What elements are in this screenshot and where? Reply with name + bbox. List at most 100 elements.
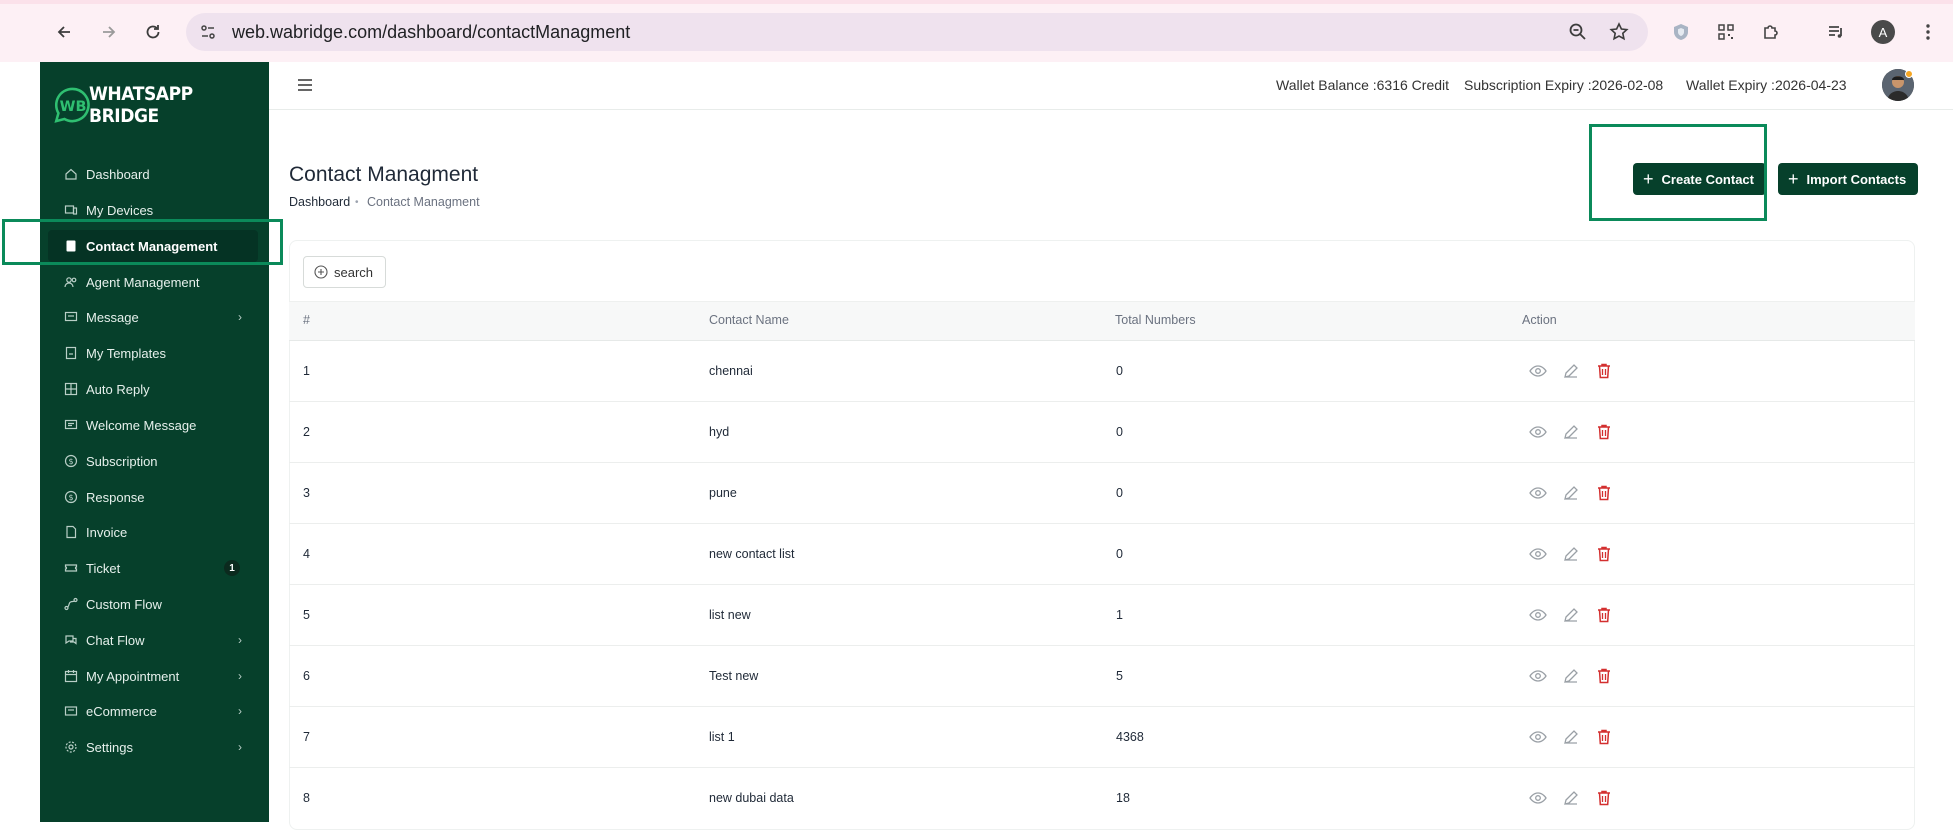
view-eye-icon[interactable] [1529,423,1547,441]
column-header-index: # [303,313,310,327]
table-row [289,768,1915,829]
column-header-contact-name: Contact Name [709,313,789,327]
page-gutter [0,62,40,822]
edit-pencil-icon[interactable] [1562,545,1580,563]
row-index: 7 [303,730,310,744]
delete-trash-icon[interactable] [1595,484,1613,502]
breadcrumb-dashboard[interactable]: Dashboard [289,195,350,209]
delete-trash-icon[interactable] [1595,728,1613,746]
browser-menu-icon[interactable] [1915,19,1941,45]
calendar-icon [64,669,78,683]
brand-name: WHATSAPP BRIDGE [88,83,193,127]
sidebar-item-invoice[interactable]: Invoice [48,516,258,548]
breadcrumb-separator: • [355,197,359,208]
template-icon [64,346,78,360]
row-index: 3 [303,486,310,500]
media-playlist-icon[interactable] [1823,19,1849,45]
zoom-icon[interactable] [1566,20,1590,44]
ticket-count-badge: 1 [224,560,240,576]
delete-trash-icon[interactable] [1595,667,1613,685]
qr-code-icon[interactable] [1713,19,1739,45]
browser-profile-avatar[interactable]: A [1871,20,1895,44]
devices-icon [64,203,78,217]
row-contact-name: chennai [709,364,753,378]
search-button-label: search [334,264,374,280]
row-index: 8 [303,791,310,805]
search-button[interactable]: search [303,256,386,288]
edit-pencil-icon[interactable] [1562,484,1580,502]
view-eye-icon[interactable] [1529,362,1547,380]
delete-trash-icon[interactable] [1595,362,1613,380]
sidebar-item-chat-flow[interactable]: Chat Flow › [48,624,258,656]
delete-trash-icon[interactable] [1595,606,1613,624]
edit-pencil-icon[interactable] [1562,362,1580,380]
sidebar-item-subscription[interactable]: $ Subscription [48,445,258,477]
row-index: 4 [303,547,310,561]
breadcrumb-current: Contact Managment [367,195,480,209]
table-row [289,402,1915,463]
sidebar-item-ecommerce[interactable]: eCommerce › [48,695,258,727]
column-header-total-numbers: Total Numbers [1115,313,1196,327]
edit-pencil-icon[interactable] [1562,423,1580,441]
sidebar-item-settings[interactable]: Settings › [48,731,258,763]
view-eye-icon[interactable] [1529,545,1547,563]
delete-trash-icon[interactable] [1595,545,1613,563]
extensions-puzzle-icon[interactable] [1758,19,1784,45]
row-contact-name: list new [709,608,751,622]
sidebar-item-label: My Devices [86,202,154,218]
shield-extension-icon[interactable] [1668,19,1694,45]
forward-arrow-icon[interactable] [95,18,123,46]
chevron-right-icon: › [238,740,242,754]
brand-logo[interactable]: WB WHATSAPP BRIDGE [52,81,257,129]
sidebar-item-ticket[interactable]: Ticket 1 [48,552,258,584]
view-eye-icon[interactable] [1529,728,1547,746]
edit-pencil-icon[interactable] [1562,667,1580,685]
plus-icon: + [1788,169,1799,189]
sidebar-item-auto-reply[interactable]: Auto Reply [48,373,258,405]
row-contact-name: hyd [709,425,730,439]
edit-pencil-icon[interactable] [1562,789,1580,807]
dollar-icon: $ [64,454,78,468]
url-text[interactable]: web.wabridge.com/dashboard/contactManagm… [232,22,630,43]
sidebar-item-label: Agent Management [86,274,200,290]
subscription-expiry: Subscription Expiry :2026-02-08 [1464,77,1664,93]
edit-pencil-icon[interactable] [1562,606,1580,624]
view-eye-icon[interactable] [1529,789,1547,807]
sidebar-item-label: Auto Reply [86,381,150,397]
sidebar-item-label: My Appointment [86,668,180,684]
sidebar-item-my-appointment[interactable]: My Appointment › [48,660,258,692]
delete-trash-icon[interactable] [1595,789,1613,807]
chevron-right-icon: › [238,704,242,718]
delete-trash-icon[interactable] [1595,423,1613,441]
row-total-numbers: 0 [1116,364,1123,378]
row-contact-name: list 1 [709,730,735,744]
back-arrow-icon[interactable] [50,18,78,46]
highlight-box-contact-management [2,219,283,265]
sidebar-item-custom-flow[interactable]: Custom Flow [48,588,258,620]
view-eye-icon[interactable] [1529,667,1547,685]
sidebar-item-agent-management[interactable]: Agent Management [48,266,258,298]
invoice-icon [64,525,78,539]
highlight-box-create-contact [1589,124,1767,221]
view-eye-icon[interactable] [1529,606,1547,624]
tab-strip-edge [0,0,1953,4]
row-contact-name: new contact list [709,547,795,561]
site-settings-icon[interactable] [196,20,220,44]
svg-text:$: $ [69,493,74,502]
sidebar-item-message[interactable]: Message › [48,301,258,333]
sidebar-item-dashboard[interactable]: Dashboard [48,158,258,190]
reload-icon[interactable] [139,18,167,46]
users-icon [64,275,78,289]
sidebar-item-welcome-message[interactable]: Welcome Message [48,409,258,441]
view-eye-icon[interactable] [1529,484,1547,502]
hamburger-menu-icon[interactable] [296,76,314,94]
sidebar-item-my-templates[interactable]: My Templates [48,337,258,369]
plus-circle-icon [314,265,328,279]
bookmark-star-icon[interactable] [1607,20,1631,44]
sidebar-item-response[interactable]: $ Response [48,481,258,513]
import-contacts-button[interactable]: + Import Contacts [1778,163,1919,195]
edit-pencil-icon[interactable] [1562,728,1580,746]
row-contact-name: Test new [709,669,759,683]
wallet-balance: Wallet Balance :6316 Credit [1276,77,1450,93]
wallet-expiry: Wallet Expiry :2026-04-23 [1686,77,1847,93]
